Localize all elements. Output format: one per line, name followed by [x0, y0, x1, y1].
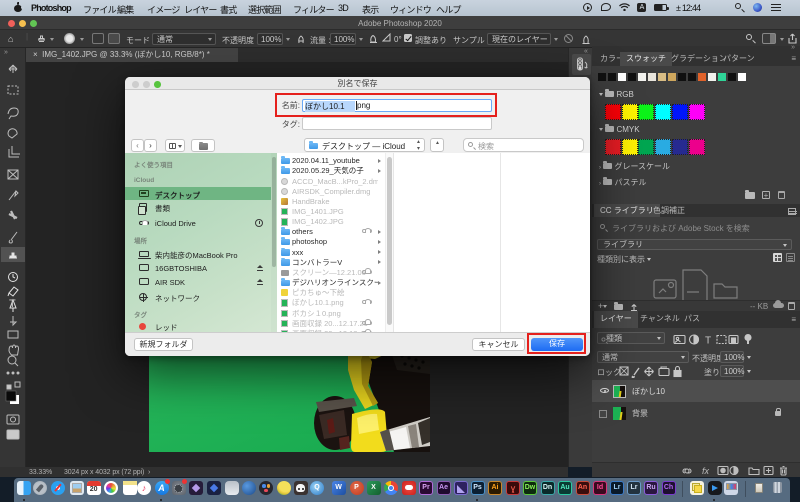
svg-text:»: » [4, 49, 8, 56]
svg-text:fx: fx [702, 466, 710, 476]
svg-text:T: T [705, 336, 711, 347]
svg-text:T: T [9, 298, 16, 310]
